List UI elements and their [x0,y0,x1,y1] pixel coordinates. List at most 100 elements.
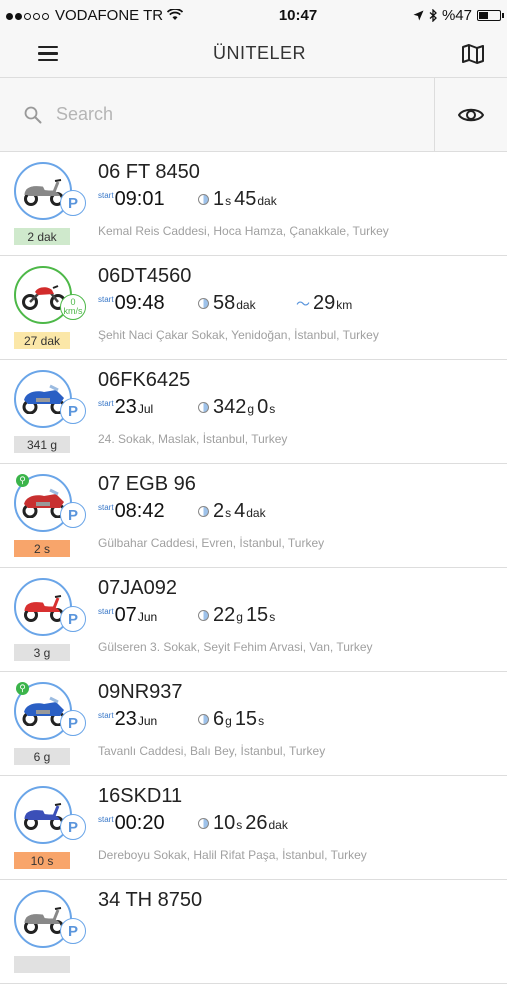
start-value: 08:42 [114,500,165,522]
plate-number: 07 EGB 96 [98,473,196,495]
start-unit: Jun [137,714,158,728]
unit-list: P2 dak 06 FT 8450 start 09:01 1 s 45 dak Kemal R… [0,152,507,984]
plate-number: 09NR937 [98,681,183,703]
parking-icon: P [60,190,86,216]
start-stat: start 07 Jun [98,604,157,627]
duration-unit-2: dak [246,506,266,520]
page-title: ÜNITELER [212,43,306,63]
duration-value-1: 1 [213,188,225,210]
duration-value-2: 15 [245,604,269,626]
status-right: %47 [413,7,504,24]
start-unit: Jul [137,402,154,416]
battery-icon [476,9,504,21]
distance-value: 29 [313,292,336,314]
parking-icon: P [60,710,86,736]
address-text: Şehit Naci Çakar Sokak, Yenidoğan, İstan… [98,328,379,342]
duration-tag: 2 dak [14,228,70,245]
visibility-button[interactable] [435,78,507,151]
start-unit: Jun [137,610,158,624]
speed-badge: 0 km/s [60,294,86,320]
menu-icon[interactable] [38,45,58,62]
duration-tag: 341 g [14,436,70,453]
address-text: Tavanlı Caddesi, Balı Bey, İstanbul, Tur… [98,744,326,758]
start-stat: start 09:01 [98,188,166,211]
duration-tag: 2 s [14,540,70,557]
duration-value-2: 4 [234,500,246,522]
start-stat: start 23 Jul [98,396,153,419]
clock-icon [198,194,209,205]
unit-row[interactable]: ⚲ P 6 g 09NR937 start 23 Jun 6 g 15 s Tavanlı Cadde… [0,672,507,776]
duration-unit-1: g [236,610,243,624]
duration-unit-2: dak [257,194,277,208]
start-label: start [98,399,114,408]
clock-icon [198,610,209,621]
search-input[interactable] [54,103,358,126]
duration-value-2: 45 [234,188,257,210]
duration-value-1: 2 [213,500,225,522]
duration-stat: 58 dak [198,292,260,315]
duration-value-1: 58 [213,292,236,314]
duration-unit-1: s [236,818,243,832]
status-bar: VODAFONE TR 10:47 %47 [0,0,507,30]
start-stat [98,916,100,919]
duration-stat: 10 s 26 dak [198,812,288,835]
duration-unit-1: dak [236,298,256,312]
start-label: start [98,295,114,304]
start-value: 07 [114,604,137,626]
location-arrow-icon [413,10,424,20]
plate-number: 07JA092 [98,577,177,599]
unit-row[interactable]: P 341 g 06FK6425 start 23 Jul 342 g 0 s 24. Sokak,… [0,360,507,464]
unit-row[interactable]: 0 km/s 27 dak 06DT4560 start 09:48 58 dak 〜 29 km Ş… [0,256,507,360]
start-value: 23 [114,396,137,418]
search-icon [24,106,42,123]
wifi-icon [167,9,184,20]
unit-row[interactable]: P 3 g 07JA092 start 07 Jun 22 g 15 s Gülseren 3. S… [0,568,507,672]
bluetooth-icon [429,8,437,22]
start-value: 09:01 [114,188,165,210]
duration-tag: 3 g [14,644,70,661]
duration-value-2: 15 [234,708,258,730]
key-icon: ⚲ [16,474,29,487]
unit-row[interactable]: ⚲ P 2 s 07 EGB 96 start 08:42 2 s 4 dak Gülbahar C… [0,464,507,568]
duration-stat: 22 g 15 s [198,604,275,627]
distance-unit: km [336,298,353,312]
duration-unit-1: g [247,402,255,416]
duration-tag [14,956,70,973]
clock-icon [198,818,209,829]
address-text: Gülseren 3. Sokak, Seyit Fehim Arvasi, V… [98,640,373,654]
nav-bar: ÜNITELER [0,30,507,78]
duration-unit-1: s [225,194,232,208]
search-bar [0,78,507,152]
unit-row[interactable]: P 10 s 16SKD11 start 00:20 10 s 26 dak Dereboyu S… [0,776,507,880]
duration-value-1: 6 [213,708,225,730]
duration-stat: 1 s 45 dak [198,188,277,211]
plate-number: 06FK6425 [98,369,191,391]
plate-number: 34 TH 8750 [98,889,203,911]
clock-icon [198,298,209,309]
start-stat: start 00:20 [98,812,166,835]
start-value: 09:48 [114,292,165,314]
duration-unit-2: dak [268,818,288,832]
address-text: Dereboyu Sokak, Halil Rifat Paşa, İstanb… [98,848,367,862]
unit-row[interactable]: P 2 dak 06 FT 8450 start 09:01 1 s 45 dak Kemal R… [0,152,507,256]
start-label: start [98,607,114,616]
address-text: Gülbahar Caddesi, Evren, İstanbul, Turke… [98,536,325,550]
status-time: 10:47 [278,6,318,24]
duration-stat: 2 s 4 dak [198,500,266,523]
map-icon[interactable] [461,43,485,65]
parking-icon: P [60,918,86,944]
start-label: start [98,191,114,200]
duration-value-1: 10 [213,812,236,834]
clock-icon [198,714,209,725]
status-left: VODAFONE TR [6,6,184,24]
unit-row[interactable]: P 34 TH 8750 [0,880,507,984]
start-stat: start 08:42 [98,500,166,523]
duration-unit-2: s [269,402,276,416]
plate-number: 16SKD11 [98,785,183,807]
address-text: 24. Sokak, Maslak, İstanbul, Turkey [98,432,288,446]
carrier-label: VODAFONE TR [55,6,164,24]
distance-stat: 〜 29 km [296,292,352,315]
start-label: start [98,711,114,720]
duration-unit-1: g [225,714,232,728]
speed-unit: km/s [63,306,83,316]
